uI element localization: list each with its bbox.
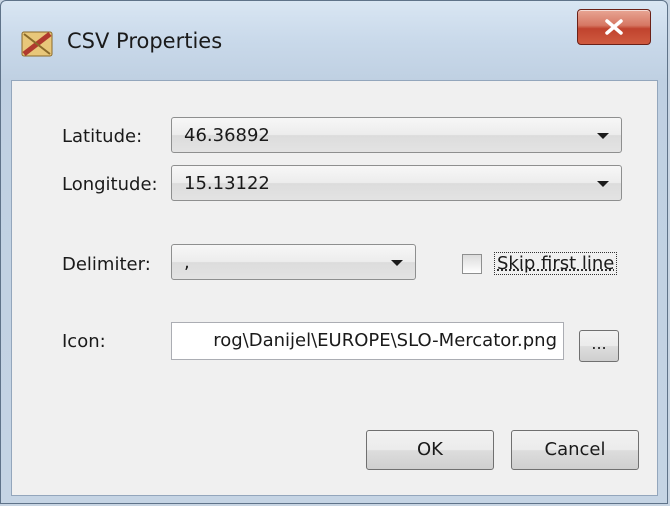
close-icon [605,19,623,35]
delimiter-value: , [184,252,190,273]
delimiter-label: Delimiter: [62,254,151,275]
chevron-down-icon [597,181,609,187]
longitude-label: Longitude: [62,174,158,195]
skip-first-line-checkbox[interactable] [462,254,482,274]
title-bar[interactable]: CSV Properties [1,1,667,81]
longitude-value: 15.13122 [184,173,270,194]
longitude-combo[interactable]: 15.13122 [171,165,622,201]
window-title: CSV Properties [67,29,223,53]
cancel-button[interactable]: Cancel [511,430,639,470]
close-button[interactable] [577,9,651,45]
icon-path-value: rog\Danijel\EUROPE\SLO-Mercator.png [213,330,557,351]
latitude-combo[interactable]: 46.36892 [171,117,622,153]
latitude-label: Latitude: [62,126,143,147]
browse-button[interactable]: ... [579,330,619,362]
delimiter-combo[interactable]: , [171,244,416,280]
chevron-down-icon [391,260,403,266]
icon-path-input[interactable]: rog\Danijel\EUROPE\SLO-Mercator.png [171,322,564,360]
latitude-value: 46.36892 [184,125,270,146]
ok-button[interactable]: OK [366,430,494,470]
csv-map-icon [20,28,54,60]
chevron-down-icon [597,133,609,139]
skip-first-line-label[interactable]: Skip first line [494,252,618,275]
icon-label: Icon: [62,331,106,352]
